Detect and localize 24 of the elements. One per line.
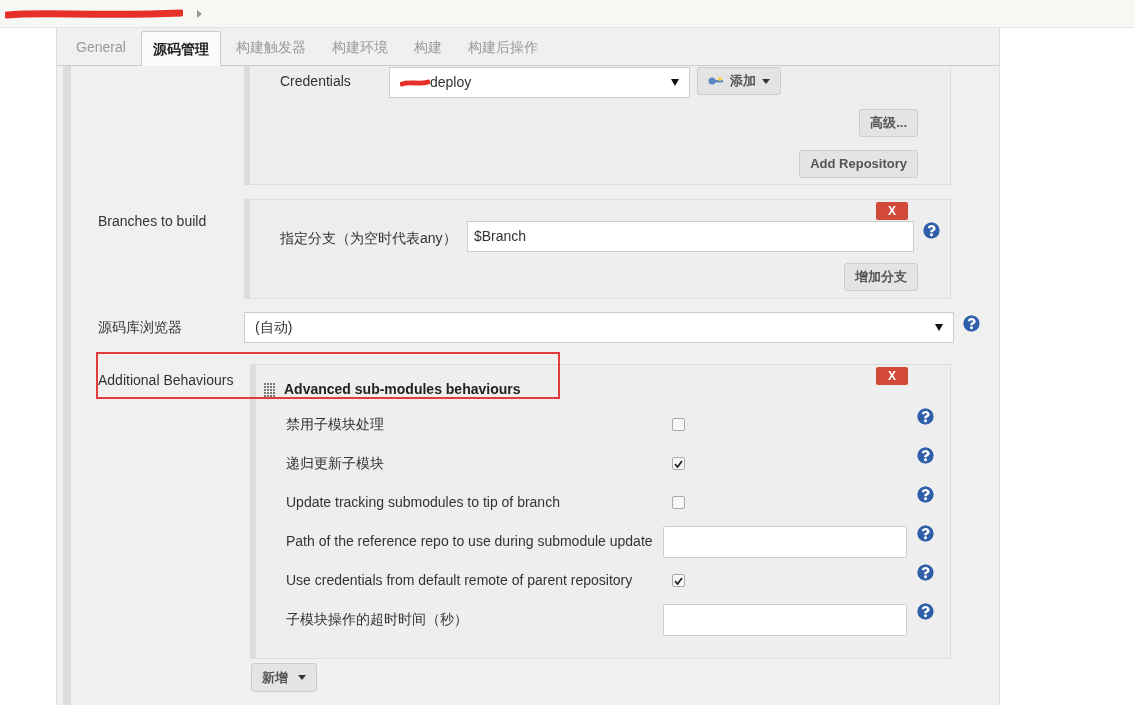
option-label: Update tracking submodules to tip of branch xyxy=(286,493,561,512)
option-label: 子模块操作的超时时间（秒） xyxy=(286,610,469,629)
option-label: 递归更新子模块 xyxy=(286,454,385,473)
add-behaviour-button[interactable]: 新增 xyxy=(251,663,317,692)
add-button[interactable]: 添加 xyxy=(697,67,781,95)
text-field[interactable]: $Branch xyxy=(467,221,914,252)
section-label: Additional Behaviours xyxy=(98,371,235,390)
select-field[interactable]: deploy xyxy=(389,67,690,98)
section-label: Branches to build xyxy=(98,212,208,231)
field-label: Credentials xyxy=(280,72,352,91)
section-title: Advanced sub-modules behaviours xyxy=(284,380,521,399)
advanced-button[interactable]: 高级... xyxy=(859,109,918,137)
add-repository-button[interactable]: Add Repository xyxy=(799,150,918,178)
option-label: Use credentials from default remote of parent repository xyxy=(286,571,634,590)
tab[interactable]: 源码管理 xyxy=(140,31,221,66)
field-label: 源码库浏览器 xyxy=(98,318,183,337)
field-label: 指定分支（为空时代表any） xyxy=(280,229,458,248)
select-field[interactable]: (自动) xyxy=(244,312,954,343)
delete-button[interactable]: X xyxy=(876,367,908,385)
select-value: deploy xyxy=(430,73,472,92)
delete-button[interactable]: X xyxy=(876,202,908,220)
add-branch-button[interactable]: 增加分支 xyxy=(844,263,918,291)
option-label: Path of the reference repo to use during submodule update xyxy=(286,532,654,551)
option-label: 禁用子模块处理 xyxy=(286,415,385,434)
